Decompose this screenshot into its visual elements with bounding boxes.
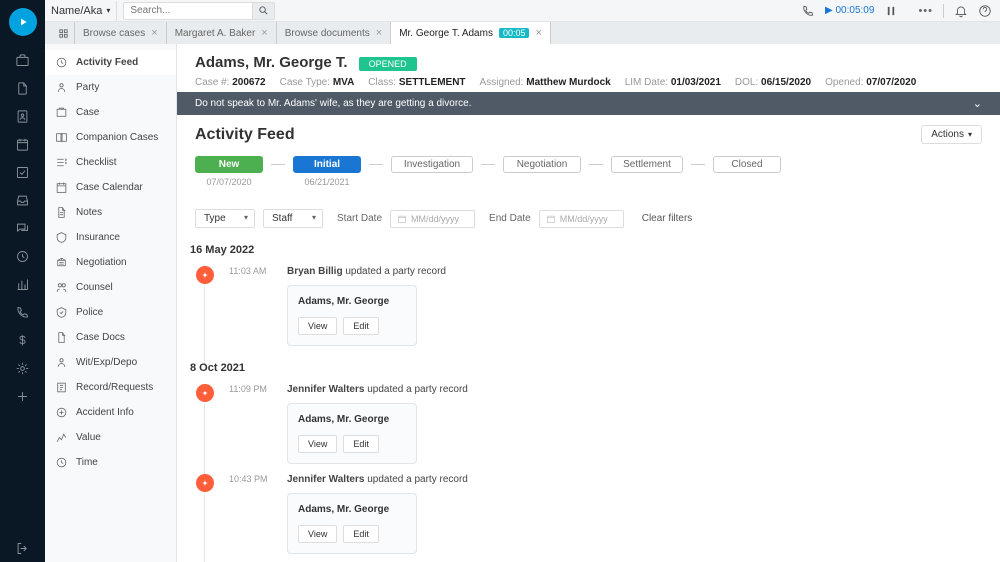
tab[interactable]: Margaret A. Baker× xyxy=(167,22,277,44)
feed-card: Adams, Mr. George View Edit xyxy=(287,285,417,346)
rail-plus-icon[interactable] xyxy=(0,382,45,410)
feed-message: Bryan Billig updated a party record xyxy=(287,266,982,277)
clear-filters[interactable]: Clear filters xyxy=(642,213,693,224)
view-button[interactable]: View xyxy=(298,435,337,453)
close-icon[interactable]: × xyxy=(261,27,267,39)
rail-contact-icon[interactable] xyxy=(0,102,45,130)
sidebar-item[interactable]: Case Calendar xyxy=(45,175,176,200)
sidebar-item[interactable]: Insurance xyxy=(45,225,176,250)
feed-time: 11:03 AM xyxy=(229,266,273,346)
sidebar-item[interactable]: Counsel xyxy=(45,275,176,300)
bell-icon[interactable] xyxy=(954,4,968,18)
phone-icon[interactable] xyxy=(801,4,815,18)
sidebar-item[interactable]: Case Docs xyxy=(45,325,176,350)
avatar: ✦ xyxy=(196,384,214,402)
name-filter-dropdown[interactable]: Name/Aka ▾ xyxy=(45,1,117,21)
sidebar-item[interactable]: Time xyxy=(45,450,176,475)
sidebar-item[interactable]: Party xyxy=(45,75,176,100)
rail-briefcase-icon[interactable] xyxy=(0,46,45,74)
search-input[interactable] xyxy=(123,2,253,20)
sidebar-item[interactable]: Record/Requests xyxy=(45,375,176,400)
edit-button[interactable]: Edit xyxy=(343,317,379,335)
stage-closed[interactable]: Closed xyxy=(713,156,781,173)
stage-initial[interactable]: Initial xyxy=(293,156,361,173)
filter-row: Type Staff Start Date MM/dd/yyyy End Dat… xyxy=(195,209,982,228)
actions-button[interactable]: Actions ▾ xyxy=(921,125,982,144)
edit-button[interactable]: Edit xyxy=(343,435,379,453)
warning-bar[interactable]: Do not speak to Mr. Adams' wife, as they… xyxy=(177,92,1000,115)
type-select[interactable]: Type xyxy=(195,209,255,228)
sidebar-item[interactable]: Companion Cases xyxy=(45,125,176,150)
tab-strip: Browse cases×Margaret A. Baker×Browse do… xyxy=(45,22,1000,44)
rail-inbox-icon[interactable] xyxy=(0,186,45,214)
sidebar-item[interactable]: Notes xyxy=(45,200,176,225)
rail-chat-icon[interactable] xyxy=(0,214,45,242)
sidebar-item[interactable]: Activity Feed xyxy=(45,50,176,75)
end-date-input[interactable]: MM/dd/yyyy xyxy=(539,210,624,228)
feed-message: Jennifer Walters updated a party record xyxy=(287,474,982,485)
case-header: Adams, Mr. George T. OPENED Case #: 2006… xyxy=(177,44,1000,92)
timer-display: ▶ 00:05:09 xyxy=(825,5,874,16)
view-button[interactable]: View xyxy=(298,317,337,335)
more-icon[interactable]: ••• xyxy=(918,5,933,17)
tab[interactable]: Browse documents× xyxy=(277,22,391,44)
rail-clock-icon[interactable] xyxy=(0,242,45,270)
rail-calendar-icon[interactable] xyxy=(0,130,45,158)
sidebar-item[interactable]: Accident Info xyxy=(45,400,176,425)
tab[interactable]: Browse cases× xyxy=(75,22,167,44)
stage-investigation[interactable]: Investigation xyxy=(391,156,473,173)
rail-document-icon[interactable] xyxy=(0,74,45,102)
stage-negotiation[interactable]: Negotiation xyxy=(503,156,581,173)
left-rail xyxy=(0,0,45,562)
avatar: ✦ xyxy=(196,474,214,492)
avatar: ✦ xyxy=(196,266,214,284)
close-icon[interactable]: × xyxy=(151,27,157,39)
case-title: Adams, Mr. George T. xyxy=(195,54,348,71)
edit-button[interactable]: Edit xyxy=(343,525,379,543)
search-button[interactable] xyxy=(253,2,275,20)
status-badge: OPENED xyxy=(359,57,417,71)
feed-item: ✦ 11:09 PM Jennifer Walters updated a pa… xyxy=(195,384,982,464)
stage-new[interactable]: New xyxy=(195,156,263,173)
feed-time: 10:43 PM xyxy=(229,474,273,554)
sidebar-item[interactable]: Police xyxy=(45,300,176,325)
staff-select[interactable]: Staff xyxy=(263,209,323,228)
feed-item: ✦ 11:03 AM Bryan Billig updated a party … xyxy=(195,266,982,346)
topbar: Name/Aka ▾ ▶ 00:05:09 ••• xyxy=(45,0,1000,22)
pause-icon[interactable] xyxy=(884,4,898,18)
rail-check-icon[interactable] xyxy=(0,158,45,186)
rail-chart-icon[interactable] xyxy=(0,270,45,298)
chevron-down-icon[interactable]: ⌄ xyxy=(973,97,982,110)
stage-settlement[interactable]: Settlement xyxy=(611,156,683,173)
feed-card: Adams, Mr. George View Edit xyxy=(287,493,417,554)
feed-title: Activity Feed xyxy=(195,126,295,144)
tab-grid-icon[interactable] xyxy=(53,22,75,44)
sidebar-item[interactable]: Value xyxy=(45,425,176,450)
date-group: 8 Oct 2021 xyxy=(190,362,982,374)
stage-track: New07/07/2020 Initial06/21/2021 Investig… xyxy=(195,156,982,187)
sidebar-item[interactable]: Checklist xyxy=(45,150,176,175)
rail-dollar-icon[interactable] xyxy=(0,326,45,354)
rail-gear-icon[interactable] xyxy=(0,354,45,382)
case-sidebar: Activity FeedPartyCaseCompanion CasesChe… xyxy=(45,44,177,562)
sidebar-item[interactable]: Case xyxy=(45,100,176,125)
close-icon[interactable]: × xyxy=(535,27,541,39)
sidebar-item[interactable]: Negotiation xyxy=(45,250,176,275)
date-group: 16 May 2022 xyxy=(190,244,982,256)
feed-item: ✦ 10:43 PM Jennifer Walters updated a pa… xyxy=(195,474,982,554)
feed-message: Jennifer Walters updated a party record xyxy=(287,384,982,395)
close-icon[interactable]: × xyxy=(376,27,382,39)
app-logo[interactable] xyxy=(9,8,37,36)
feed-card: Adams, Mr. George View Edit xyxy=(287,403,417,464)
feed-time: 11:09 PM xyxy=(229,384,273,464)
rail-logout-icon[interactable] xyxy=(0,534,45,562)
start-date-input[interactable]: MM/dd/yyyy xyxy=(390,210,475,228)
tab[interactable]: Mr. George T. Adams00:05× xyxy=(391,22,551,44)
help-icon[interactable] xyxy=(978,4,992,18)
sidebar-item[interactable]: Wit/Exp/Depo xyxy=(45,350,176,375)
rail-phone-icon[interactable] xyxy=(0,298,45,326)
view-button[interactable]: View xyxy=(298,525,337,543)
